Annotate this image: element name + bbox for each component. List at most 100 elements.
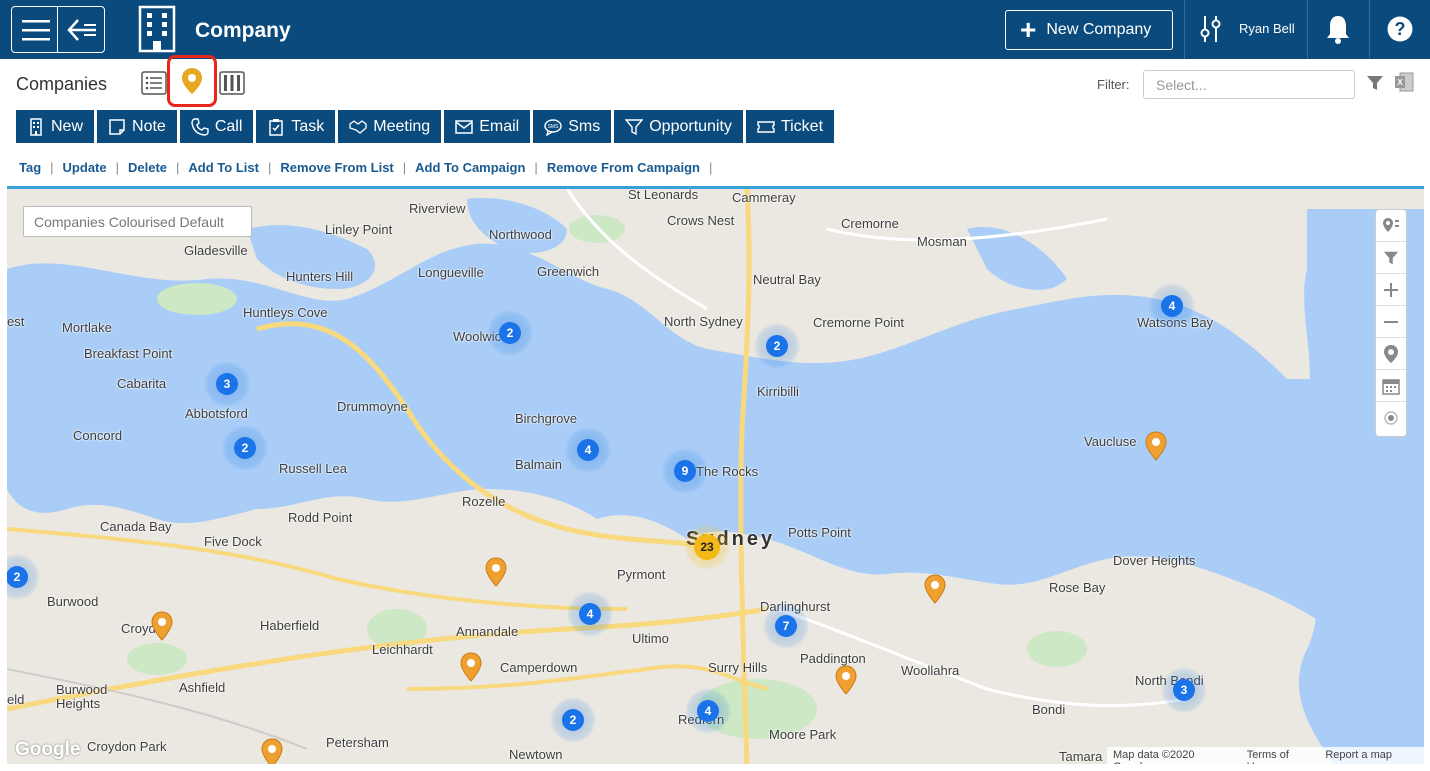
place-label: Pyrmont (617, 567, 666, 582)
envelope-icon (455, 119, 473, 134)
place-label: Mosman (917, 234, 967, 249)
marker-cluster[interactable]: 2 (550, 697, 596, 743)
email-button-label: Email (479, 117, 520, 135)
company-map-pin[interactable] (924, 574, 946, 604)
place-label: Longueville (418, 265, 484, 280)
filter-funnel-icon[interactable] (1366, 74, 1384, 92)
place-label: Leichhardt (372, 642, 433, 657)
svg-text:X: X (1397, 78, 1403, 87)
link-separator: | (115, 160, 119, 175)
delete-link[interactable]: Delete (128, 160, 167, 175)
cluster-count: 3 (216, 373, 238, 395)
plus-icon (1384, 282, 1398, 297)
note-icon (109, 118, 125, 135)
sliders-icon[interactable] (1200, 16, 1222, 42)
new-button[interactable]: New (16, 110, 95, 143)
place-label: Riverview (409, 201, 466, 216)
map-canvas[interactable]: Companies Colourised Default Riverview S… (7, 186, 1424, 764)
company-map-pin[interactable] (1145, 431, 1167, 461)
place-label: Drummoyne (337, 399, 408, 414)
svg-text:?: ? (1395, 19, 1406, 39)
minus-icon (1384, 320, 1398, 323)
marker-cluster[interactable]: 23 (684, 524, 730, 570)
marker-cluster[interactable]: 4 (567, 591, 613, 637)
cluster-count: 4 (577, 439, 599, 461)
update-link[interactable]: Update (63, 160, 107, 175)
marker-cluster[interactable]: 2 (487, 310, 533, 356)
bell-icon[interactable] (1325, 14, 1351, 44)
marker-cluster[interactable]: 3 (1161, 667, 1207, 713)
place-label: Hunters Hill (286, 269, 354, 284)
place-label: Rodd Point (288, 510, 353, 525)
my-location-tool[interactable] (1376, 402, 1406, 434)
note-button[interactable]: Note (97, 110, 177, 143)
call-button-label: Call (214, 117, 243, 135)
user-name[interactable]: Ryan Bell (1239, 21, 1295, 36)
company-map-pin[interactable] (460, 652, 482, 682)
map-layer-label: Companies Colourised Default (23, 206, 252, 237)
help-icon[interactable]: ? (1387, 16, 1413, 42)
company-map-pin[interactable] (485, 557, 507, 587)
add-to-list-link[interactable]: Add To List (188, 160, 259, 175)
sms-button[interactable]: SMS Sms (533, 110, 612, 143)
note-button-label: Note (132, 117, 166, 135)
bulk-actions-links: Tag | Update | Delete | Add To List | Remove… (19, 160, 721, 175)
svg-text:SMS: SMS (548, 124, 560, 130)
company-map-pin[interactable] (151, 611, 173, 641)
remove-from-campaign-link[interactable]: Remove From Campaign (547, 160, 700, 175)
layers-pin-tool[interactable] (1376, 210, 1406, 242)
email-button[interactable]: Email (444, 110, 531, 143)
marker-cluster[interactable]: 4 (565, 427, 611, 473)
place-label: Linley Point (325, 222, 393, 237)
back-arrow-icon[interactable] (66, 16, 98, 44)
report-map-error-link[interactable]: Report a map error (1325, 749, 1418, 764)
tag-link[interactable]: Tag (19, 160, 41, 175)
zoom-out-button[interactable] (1376, 306, 1406, 338)
marker-cluster[interactable]: 4 (1149, 283, 1195, 329)
clipboard-icon (269, 118, 284, 136)
marker-cluster[interactable]: 7 (763, 603, 809, 649)
ticket-button[interactable]: Ticket (745, 110, 835, 143)
marker-cluster[interactable]: 2 (754, 323, 800, 369)
map-filter-tool[interactable] (1376, 242, 1406, 274)
place-label: Ashfield (179, 680, 226, 695)
task-button[interactable]: Task (256, 110, 336, 143)
kanban-view-icon[interactable] (217, 68, 247, 98)
location-pin-tool[interactable] (1376, 338, 1406, 370)
building-icon (138, 5, 176, 53)
cluster-count: 4 (697, 700, 719, 722)
remove-from-list-link[interactable]: Remove From List (280, 160, 393, 175)
meeting-button[interactable]: Meeting (338, 110, 442, 143)
place-label: Potts Point (788, 525, 851, 540)
hamburger-menu-icon[interactable] (22, 18, 50, 42)
place-label: Croydon Park (87, 739, 167, 754)
map-view-icon[interactable] (167, 55, 217, 107)
new-button-label: New (51, 117, 84, 135)
company-map-pin[interactable] (835, 665, 857, 695)
marker-cluster[interactable]: 9 (662, 448, 708, 494)
zoom-in-button[interactable] (1376, 274, 1406, 306)
calendar-tool[interactable] (1376, 370, 1406, 402)
place-label: Five Dock (204, 534, 262, 549)
new-company-button[interactable]: + New Company (1005, 10, 1173, 50)
excel-export-icon[interactable]: X (1394, 72, 1414, 92)
company-map-pin[interactable] (261, 738, 283, 764)
add-to-campaign-link[interactable]: Add To Campaign (415, 160, 525, 175)
sms-icon: SMS (544, 118, 562, 136)
ticket-icon (757, 120, 775, 133)
call-button[interactable]: Call (179, 110, 254, 143)
my-location-icon (1384, 411, 1398, 425)
terms-of-use-link[interactable]: Terms of Use (1247, 749, 1312, 764)
marker-cluster[interactable]: 4 (685, 688, 731, 734)
marker-cluster[interactable]: 2 (222, 425, 268, 471)
filter-select[interactable]: Select... (1143, 70, 1355, 99)
plus-icon: + (1020, 14, 1037, 45)
place-label: Camperdown (500, 660, 578, 675)
opportunity-button[interactable]: Opportunity (614, 110, 743, 143)
marker-cluster[interactable]: 3 (204, 361, 250, 407)
list-view-icon[interactable] (139, 68, 169, 98)
place-label: est (7, 314, 25, 329)
place-label: Burwood Heights (56, 682, 108, 711)
place-label: Cremorne Point (813, 315, 905, 330)
google-logo: Google (15, 739, 81, 760)
